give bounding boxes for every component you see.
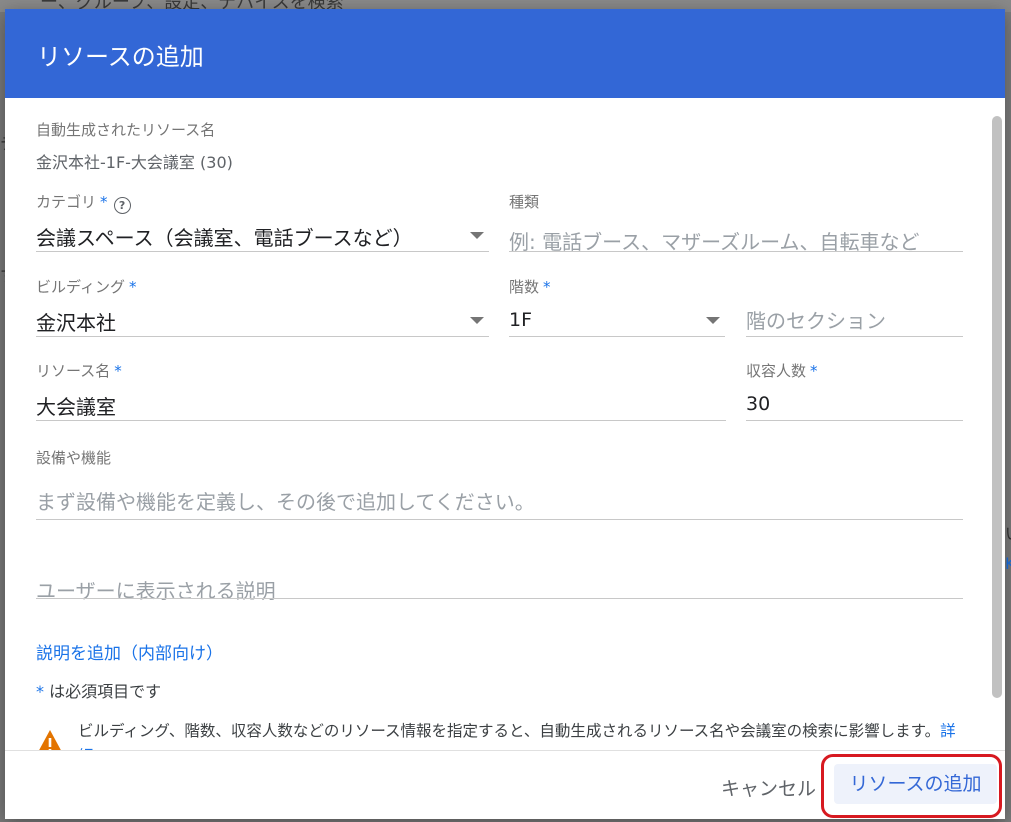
vertical-scrollbar[interactable] (992, 116, 1002, 698)
category-underline (36, 251, 489, 252)
dialog-footer: キャンセル リソースの追加 (5, 750, 1005, 819)
category-select[interactable]: 会議スペース（会議室、電話ブースなど） (36, 216, 489, 252)
cancel-button[interactable]: キャンセル (721, 774, 816, 801)
capacity-value: 30 (746, 393, 771, 415)
floor-underline (509, 336, 725, 337)
building-value: 金沢本社 (36, 311, 116, 335)
user-description-placeholder: ユーザーに表示される説明 (36, 579, 276, 603)
highlight-box (821, 754, 1002, 818)
features-placeholder: まず設備や機能を定義し、その後で追加してください。 (36, 490, 535, 514)
add-internal-description-link[interactable]: 説明を追加（内部向け） (36, 639, 223, 664)
user-description-underline (36, 598, 963, 599)
user-description-input[interactable]: ユーザーに表示される説明 (36, 563, 963, 603)
required-mark: * (810, 362, 818, 380)
generated-name-value: 金沢本社-1F-大会議室 (30) (36, 153, 233, 172)
category-value: 会議スペース（会議室、電話ブースなど） (36, 226, 413, 250)
capacity-label: 収容人数 * (746, 360, 818, 381)
dialog-body: 自動生成されたリソース名 金沢本社-1F-大会議室 (30) カテゴリ *? 会議… (5, 98, 1005, 750)
dropdown-arrow-icon (470, 317, 484, 324)
floor-section-input[interactable]: 階のセクション (746, 301, 963, 337)
floor-value: 1F (509, 309, 533, 331)
warning-message: ビルディング、階数、収容人数などのリソース情報を指定すると、自動生成されるリソー… (78, 719, 958, 750)
add-resource-dialog: リソースの追加 自動生成されたリソース名 金沢本社-1F-大会議室 (30) カ… (5, 9, 1005, 819)
resource-name-value: 大会議室 (36, 395, 116, 419)
floor-label: 階数 * (509, 276, 551, 297)
floor-section-underline (746, 336, 963, 337)
background-fragment: K (1005, 554, 1011, 573)
required-mark: * (114, 362, 122, 380)
required-fields-note-text: は必須項目です (44, 682, 162, 701)
background-fragment: い (1005, 520, 1011, 544)
features-underline (36, 519, 963, 520)
features-label: 設備や機能 (36, 449, 112, 467)
required-fields-note: * は必須項目です (36, 678, 161, 702)
required-mark: * (36, 682, 44, 701)
dialog-title: リソースの追加 (37, 43, 204, 71)
features-input[interactable]: まず設備や機能を定義し、その後で追加してください。 (36, 472, 963, 520)
dropdown-arrow-icon (706, 317, 720, 324)
required-mark: * (128, 278, 137, 296)
building-select[interactable]: 金沢本社 (36, 301, 489, 337)
resource-name-underline (36, 420, 726, 421)
dialog-header: リソースの追加 (5, 9, 1005, 98)
type-label: 種類 (509, 193, 540, 211)
type-input[interactable]: 例: 電話ブース、マザーズルーム、自転車など (509, 216, 963, 254)
background-pane (1005, 12, 1011, 822)
building-label: ビルディング * (36, 276, 136, 297)
category-label: カテゴリ *? (36, 191, 131, 214)
type-underline (509, 251, 963, 252)
required-mark: * (543, 278, 551, 296)
help-icon[interactable]: ? (113, 197, 131, 214)
resource-name-label-text: リソース名 (36, 362, 111, 380)
required-mark: * (100, 193, 108, 211)
capacity-input[interactable]: 30 (746, 385, 963, 421)
warning-icon (39, 730, 61, 750)
floor-select[interactable]: 1F (509, 301, 725, 337)
floor-label-text: 階数 (509, 278, 540, 296)
building-underline (36, 336, 489, 337)
resource-name-label: リソース名 * (36, 360, 122, 381)
dropdown-arrow-icon (470, 232, 484, 239)
floor-section-placeholder: 階のセクション (746, 309, 886, 333)
capacity-label-text: 収容人数 (746, 362, 807, 380)
generated-name-label: 自動生成されたリソース名 (36, 121, 216, 139)
capacity-underline (746, 420, 963, 421)
warning-text: ビルディング、階数、収容人数などのリソース情報を指定すると、自動生成されるリソー… (78, 722, 941, 740)
category-label-text: カテゴリ (36, 193, 97, 211)
building-label-text: ビルディング (36, 278, 125, 296)
resource-name-input[interactable]: 大会議室 (36, 385, 726, 421)
